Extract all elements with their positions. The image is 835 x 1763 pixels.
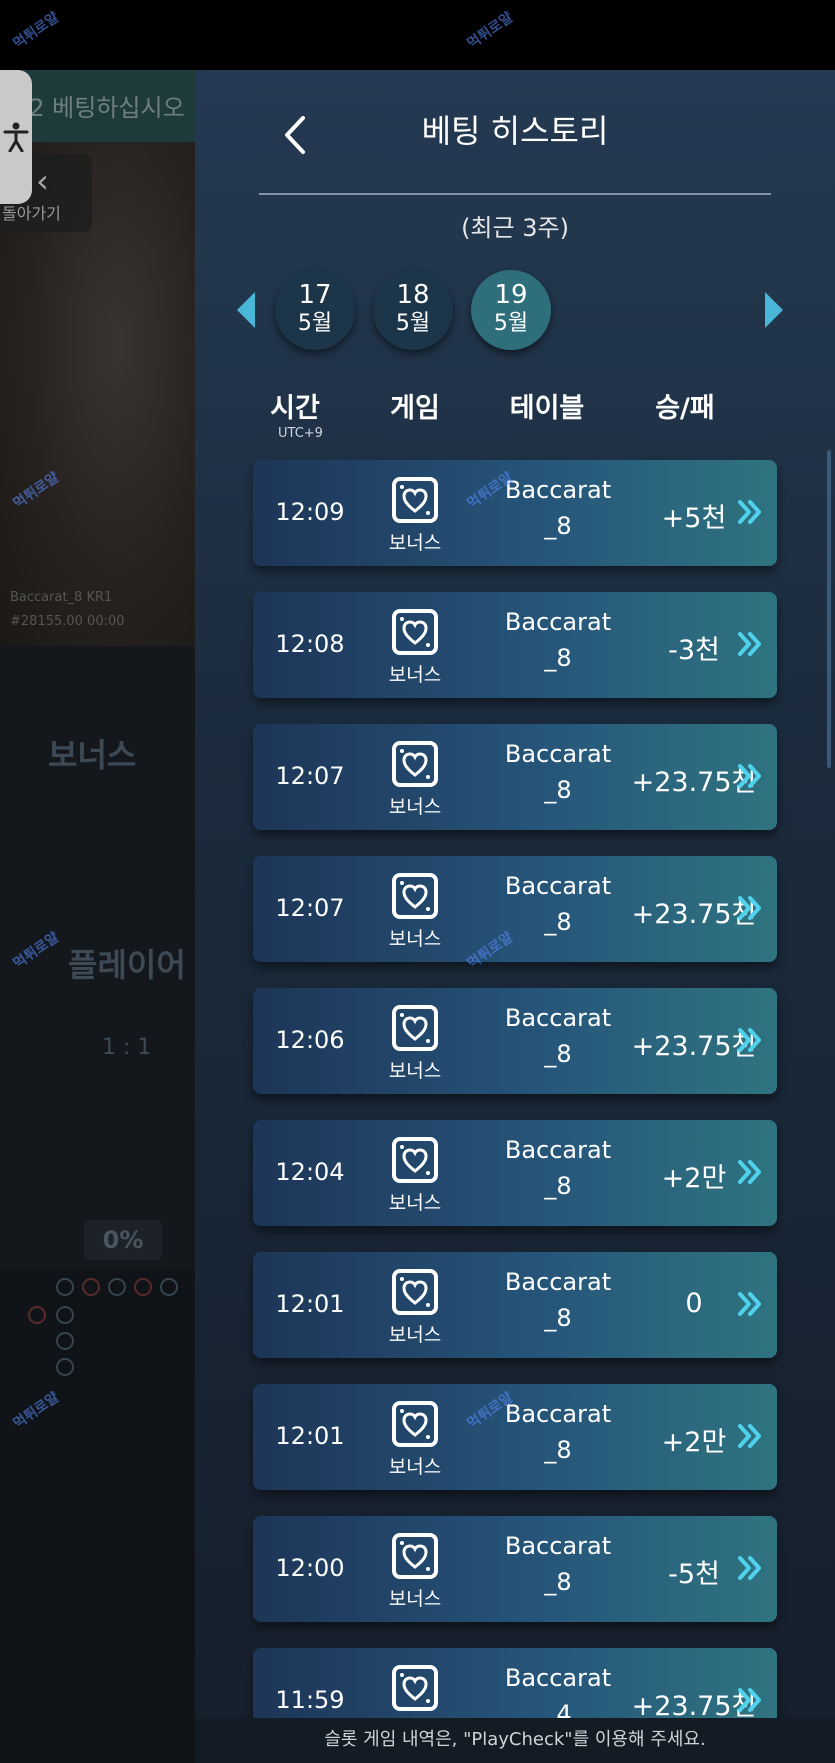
- bg-header-text: 12 베팅하십시오: [14, 94, 185, 122]
- date-18-button[interactable]: 18 5월: [373, 270, 453, 350]
- date-month: 5월: [493, 311, 529, 336]
- row-table-number: _8: [544, 776, 572, 804]
- column-header-time: 시간: [270, 393, 320, 424]
- date-day: 17: [298, 280, 332, 310]
- row-time: 12:07: [275, 894, 345, 922]
- row-time: 12:08: [275, 630, 345, 658]
- bonus-card-icon: [391, 1532, 439, 1580]
- row-time: 12:01: [275, 1422, 345, 1450]
- double-chevron-right-icon[interactable]: [737, 1026, 763, 1054]
- history-row[interactable]: 12:09 보너스 Baccarat _8 +5천: [253, 460, 777, 566]
- footer-note: 슬롯 게임 내역은, "PlayCheck"를 이용해 주세요.: [195, 1718, 835, 1763]
- row-table-number: _8: [544, 1172, 572, 1200]
- bonus-card-icon: [391, 1664, 439, 1712]
- column-header-table: 테이블: [509, 393, 585, 424]
- row-table-name: Baccarat: [504, 740, 612, 768]
- history-row[interactable]: 12:07 보너스 Baccarat _8 +23.75천: [253, 724, 777, 830]
- date-month: 5월: [395, 311, 431, 336]
- row-time: 12:01: [275, 1290, 345, 1318]
- row-time: 11:59: [275, 1686, 345, 1714]
- background-game-area: 12 베팅하십시오 ‹ 돌아가기 Baccarat_8 KR1 #28155.0…: [0, 70, 195, 1763]
- bonus-card-icon: [391, 740, 439, 788]
- history-row[interactable]: 12:06 보너스 Baccarat _8 +23.75천: [253, 988, 777, 1094]
- row-game: 보너스: [388, 664, 442, 686]
- time-zone-label: UTC+9: [278, 426, 323, 441]
- column-header-result: 승/패: [655, 393, 715, 424]
- betting-history-panel: 베팅 히스토리 (최근 3주) 17 5월 18 5월 19 5월 시간 UTC…: [195, 70, 835, 1763]
- row-table-number: _8: [544, 1436, 572, 1464]
- row-game: 보너스: [388, 1324, 442, 1346]
- double-chevron-right-icon[interactable]: [737, 1158, 763, 1186]
- double-chevron-right-icon[interactable]: [737, 1554, 763, 1582]
- history-row[interactable]: 12:00 보너스 Baccarat _8 -5천: [253, 1516, 777, 1622]
- bg-bonus-label: 보너스: [48, 736, 137, 774]
- double-chevron-right-icon[interactable]: [737, 1290, 763, 1318]
- row-table-number: _8: [544, 1568, 572, 1596]
- accessibility-button[interactable]: [0, 70, 32, 204]
- row-game: 보너스: [388, 796, 442, 818]
- double-chevron-right-icon[interactable]: [737, 630, 763, 658]
- row-time: 12:06: [275, 1026, 345, 1054]
- row-table-name: Baccarat: [504, 608, 612, 636]
- history-row[interactable]: 12:04 보너스 Baccarat _8 +2만: [253, 1120, 777, 1226]
- bonus-card-icon: [391, 872, 439, 920]
- row-table-number: _8: [544, 644, 572, 672]
- bg-caption: Baccarat_8 KR1: [10, 590, 113, 605]
- date-day: 19: [494, 280, 528, 310]
- row-table-name: Baccarat: [504, 872, 612, 900]
- chevron-left-icon: ‹: [36, 162, 49, 200]
- page-title: 베팅 히스토리: [421, 112, 609, 150]
- row-game: 보너스: [388, 1456, 442, 1478]
- row-game: 보너스: [388, 532, 442, 554]
- history-row[interactable]: 12:01 보너스 Baccarat _8 0: [253, 1252, 777, 1358]
- scrollbar[interactable]: [827, 450, 831, 768]
- bg-player-label: 플레이어: [68, 946, 186, 984]
- double-chevron-right-icon[interactable]: [737, 762, 763, 790]
- next-dates-arrow-icon[interactable]: [765, 292, 783, 328]
- period-subtitle: (최근 3주): [461, 214, 569, 242]
- row-table-name: Baccarat: [504, 1136, 612, 1164]
- bonus-card-icon: [391, 1004, 439, 1052]
- row-table-name: Baccarat: [504, 1664, 612, 1692]
- divider: [259, 193, 771, 195]
- column-header-game: 게임: [390, 393, 440, 424]
- history-row[interactable]: 12:07 보너스 Baccarat _8 +23.75천: [253, 856, 777, 962]
- date-month: 5월: [297, 311, 333, 336]
- row-table-number: _8: [544, 1040, 572, 1068]
- bg-roadmap: [0, 1270, 195, 1763]
- row-table-name: Baccarat: [504, 1268, 612, 1296]
- bg-odds: 1 : 1: [102, 1035, 152, 1060]
- prev-dates-arrow-icon[interactable]: [237, 292, 255, 328]
- date-day: 18: [396, 280, 430, 310]
- bonus-card-icon: [391, 1400, 439, 1448]
- row-game: 보너스: [388, 928, 442, 950]
- row-table-name: Baccarat: [504, 1532, 612, 1560]
- bg-caption: #28155.00 00:00: [10, 614, 125, 629]
- row-time: 12:07: [275, 762, 345, 790]
- row-table-number: _8: [544, 512, 572, 540]
- bonus-card-icon: [391, 1136, 439, 1184]
- double-chevron-right-icon[interactable]: [737, 1422, 763, 1450]
- row-table-number: _8: [544, 1304, 572, 1332]
- status-bar: [0, 0, 835, 70]
- row-table-name: Baccarat: [504, 1004, 612, 1032]
- double-chevron-right-icon[interactable]: [737, 894, 763, 922]
- date-19-button[interactable]: 19 5월: [471, 270, 551, 350]
- bonus-card-icon: [391, 1268, 439, 1316]
- row-game: 보너스: [388, 1060, 442, 1082]
- row-time: 12:09: [275, 498, 345, 526]
- date-17-button[interactable]: 17 5월: [275, 270, 355, 350]
- accessibility-icon: [3, 122, 29, 152]
- bg-percent: 0%: [84, 1220, 162, 1260]
- double-chevron-right-icon[interactable]: [737, 498, 763, 526]
- bonus-card-icon: [391, 476, 439, 524]
- row-game: 보너스: [388, 1588, 442, 1610]
- bonus-card-icon: [391, 608, 439, 656]
- row-time: 12:04: [275, 1158, 345, 1186]
- row-game: 보너스: [388, 1192, 442, 1214]
- double-chevron-right-icon[interactable]: [737, 1686, 763, 1714]
- history-row[interactable]: 12:08 보너스 Baccarat _8 -3천: [253, 592, 777, 698]
- row-time: 12:00: [275, 1554, 345, 1582]
